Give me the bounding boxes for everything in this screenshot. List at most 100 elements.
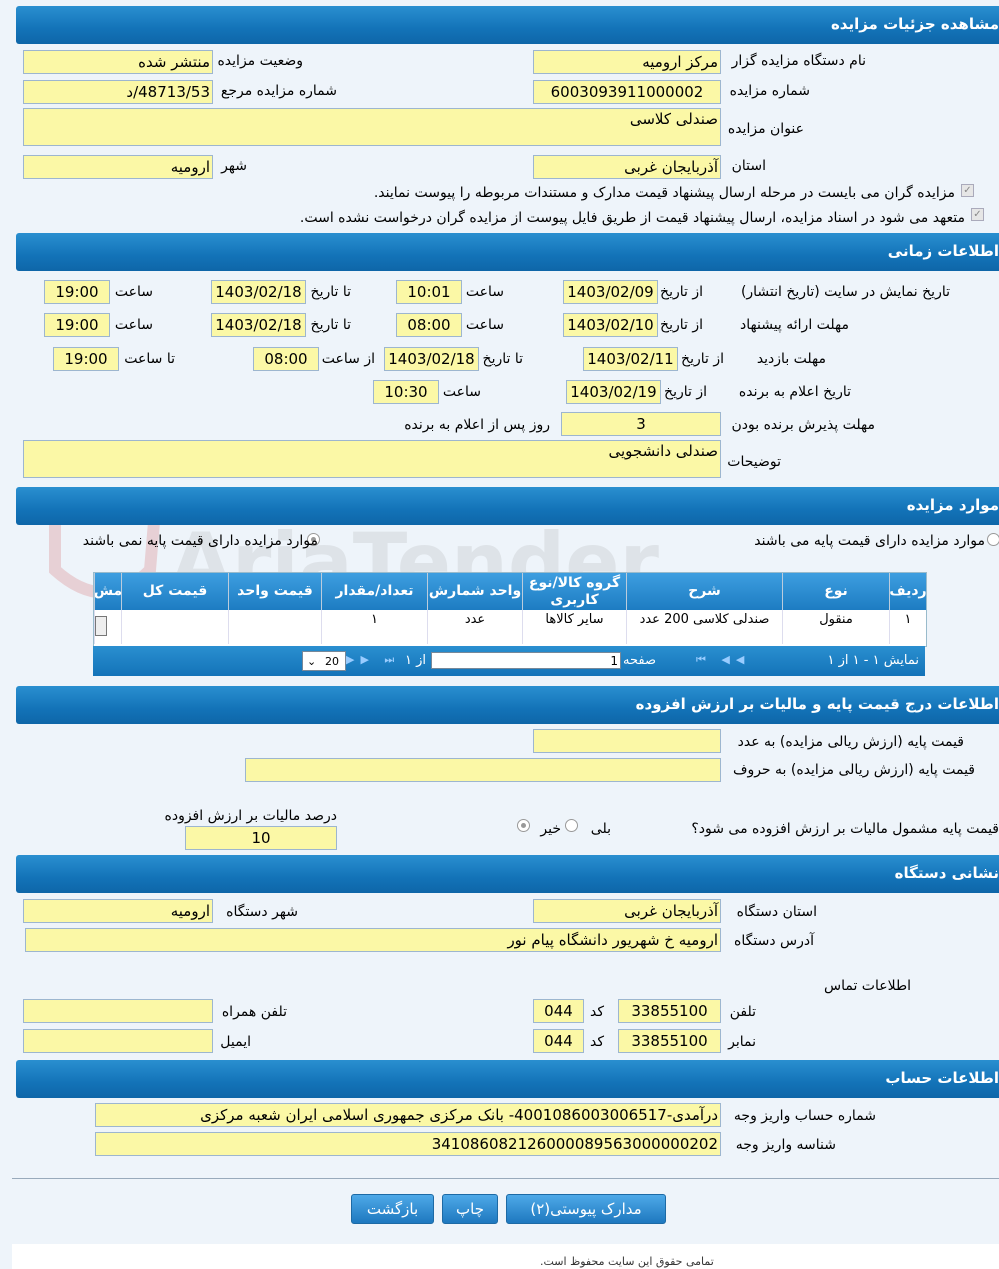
number-field[interactable]: 6003093911000002 bbox=[533, 80, 721, 104]
page-size-value: 20 bbox=[325, 655, 339, 668]
pager-info: نمایش ۱ - ۱ از ۱ bbox=[827, 653, 920, 668]
status-field[interactable]: منتشر شده bbox=[23, 50, 213, 74]
section-header-details: مشاهده جزئیات مزایده bbox=[16, 6, 999, 44]
base-words-field[interactable] bbox=[245, 758, 721, 782]
publish-to-field[interactable]: 1403/02/18 bbox=[211, 280, 306, 304]
cell-qty: ۱ bbox=[321, 610, 427, 644]
visit-label: مهلت بازدید bbox=[756, 351, 826, 367]
vat-question-label: قیمت پایه مشمول مالیات بر ارزش افزوده می… bbox=[691, 821, 999, 837]
title-label: عنوان مزایده bbox=[727, 121, 804, 137]
account-number-field[interactable]: درآمدی-4001086003006517- بانک مرکزی جمهو… bbox=[95, 1103, 721, 1127]
visit-from-time-field[interactable]: 08:00 bbox=[253, 347, 319, 371]
has-base-price-radio[interactable] bbox=[987, 533, 999, 546]
commitment-checkbox[interactable]: ✓ bbox=[971, 208, 984, 221]
attached-docs-button[interactable]: مدارک پیوستی(۲) bbox=[506, 1194, 666, 1224]
vat-no-radio[interactable] bbox=[517, 819, 530, 832]
publish-from-field[interactable]: 1403/02/09 bbox=[563, 280, 658, 304]
ref-field[interactable]: 48713/53/د bbox=[23, 80, 213, 104]
offer-from-time-field[interactable]: 08:00 bbox=[396, 313, 462, 337]
pager-last-icon[interactable]: ▶▶ ⏭ bbox=[346, 653, 400, 667]
col-header-group: گروه کالا/نوع کاربری bbox=[522, 573, 626, 610]
visit-to-label: تا تاریخ bbox=[482, 351, 523, 367]
fax-field[interactable]: 33855100 bbox=[618, 1029, 721, 1053]
visit-to-time-field[interactable]: 19:00 bbox=[53, 347, 119, 371]
contact-label: اطلاعات تماس bbox=[824, 978, 911, 994]
base-num-label: قیمت پایه (ارزش ریالی مزایده) به عدد bbox=[737, 734, 964, 750]
col-header-row: ردیف bbox=[889, 573, 927, 610]
col-header-unit-price: قیمت واحد bbox=[228, 573, 321, 610]
account-number-label: شماره حساب واریز وجه bbox=[733, 1108, 876, 1124]
docs-required-label: مزایده گران می بایست در مرحله ارسال پیشن… bbox=[373, 185, 955, 201]
winner-time-field[interactable]: 10:30 bbox=[373, 380, 439, 404]
cell-group: سایر کالاها bbox=[522, 610, 626, 644]
back-button[interactable]: بازگشت bbox=[351, 1194, 434, 1224]
organizer-field[interactable]: مرکز ارومیه bbox=[533, 50, 721, 74]
accept-label: مهلت پذیرش برنده بودن bbox=[731, 417, 876, 433]
row-action-button[interactable] bbox=[95, 616, 107, 636]
cell-extra bbox=[94, 610, 121, 644]
page-of-label: از ۱ bbox=[405, 653, 427, 668]
publish-from-time-field[interactable]: 10:01 bbox=[396, 280, 462, 304]
vat-no-label: خیر bbox=[540, 821, 561, 837]
device-province-field[interactable]: آذربایجان غربی bbox=[533, 899, 721, 923]
offer-from-field[interactable]: 1403/02/10 bbox=[563, 313, 658, 337]
visit-from-label: از تاریخ bbox=[681, 351, 724, 367]
mobile-label: تلفن همراه bbox=[221, 1004, 287, 1020]
offer-to-time-field[interactable]: 19:00 bbox=[44, 313, 110, 337]
has-base-price-label: موارد مزایده دارای قیمت پایه می باشند bbox=[754, 533, 985, 549]
phone-label: تلفن bbox=[729, 1004, 756, 1020]
fax-label: نمابر bbox=[728, 1034, 756, 1050]
offer-to-time-label: ساعت bbox=[114, 317, 153, 333]
col-header-extra: مش bbox=[94, 573, 121, 610]
docs-required-checkbox[interactable]: ✓ bbox=[961, 184, 974, 197]
chevron-down-icon: ⌄ bbox=[307, 655, 317, 668]
number-label: شماره مزایده bbox=[729, 83, 810, 99]
offer-from-time-label: ساعت bbox=[465, 317, 504, 333]
email-label: ایمیل bbox=[220, 1034, 251, 1050]
vat-yes-label: بلی bbox=[590, 821, 611, 837]
no-base-price-label: موارد مزایده دارای قیمت پایه نمی باشند bbox=[82, 533, 318, 549]
section-header-account: اطلاعات حساب bbox=[16, 1060, 999, 1098]
organizer-label: نام دستگاه مزایده گزار bbox=[731, 53, 866, 69]
visit-from-field[interactable]: 1403/02/11 bbox=[583, 347, 678, 371]
pager-first-icon[interactable]: ⏮ ◀◀ bbox=[696, 653, 750, 667]
page-size-select[interactable]: ⌄ 20 bbox=[302, 651, 346, 671]
publish-from-time-label: ساعت bbox=[465, 284, 504, 300]
base-num-field[interactable] bbox=[533, 729, 721, 753]
ref-label: شماره مزایده مرجع bbox=[220, 83, 337, 99]
section-header-address: نشانی دستگاه bbox=[16, 855, 999, 893]
device-city-field[interactable]: ارومیه bbox=[23, 899, 213, 923]
phone-field[interactable]: 33855100 bbox=[618, 999, 721, 1023]
device-city-label: شهر دستگاه bbox=[226, 904, 298, 920]
province-field[interactable]: آذربایجان غربی bbox=[533, 155, 721, 179]
cell-type: منقول bbox=[782, 610, 889, 644]
vat-pct-field[interactable]: 10 bbox=[185, 826, 337, 850]
publish-to-time-field[interactable]: 19:00 bbox=[44, 280, 110, 304]
cell-row: ۱ bbox=[889, 610, 926, 644]
page-input[interactable]: 1 bbox=[431, 652, 621, 669]
payment-id-field[interactable]: 341086082126000089563000000202 bbox=[95, 1132, 721, 1156]
items-table: ردیف نوع شرح گروه کالا/نوع کاربری واحد ش… bbox=[93, 572, 927, 647]
publish-label: تاریخ نمایش در سایت (تاریخ انتشار) bbox=[740, 284, 950, 300]
accept-days-field[interactable]: 3 bbox=[561, 412, 721, 436]
status-label: وضعیت مزایده bbox=[217, 53, 303, 69]
visit-to-field[interactable]: 1403/02/18 bbox=[384, 347, 479, 371]
winner-from-field[interactable]: 1403/02/19 bbox=[566, 380, 661, 404]
mobile-field[interactable] bbox=[23, 999, 213, 1023]
email-field[interactable] bbox=[23, 1029, 213, 1053]
fax-code-field[interactable]: 044 bbox=[533, 1029, 584, 1053]
visit-to-time-label: تا ساعت bbox=[124, 351, 175, 367]
phone-code-field[interactable]: 044 bbox=[533, 999, 584, 1023]
vat-yes-radio[interactable] bbox=[565, 819, 578, 832]
city-field[interactable]: ارومیه bbox=[23, 155, 213, 179]
commitment-label: متعهد می شود در اسناد مزایده، ارسال پیشن… bbox=[299, 210, 965, 226]
col-header-total: قیمت کل bbox=[121, 573, 228, 610]
offer-to-field[interactable]: 1403/02/18 bbox=[211, 313, 306, 337]
winner-from-label: از تاریخ bbox=[664, 384, 707, 400]
device-address-field[interactable]: ارومیه خ شهریور دانشگاه پیام نور bbox=[25, 928, 721, 952]
print-button[interactable]: چاپ bbox=[442, 1194, 498, 1224]
desc-field[interactable]: صندلی دانشجویی bbox=[23, 440, 721, 478]
title-field[interactable]: صندلی کلاسی bbox=[23, 108, 721, 146]
publish-to-label: تا تاریخ bbox=[310, 284, 351, 300]
visit-from-time-label: از ساعت bbox=[321, 351, 375, 367]
